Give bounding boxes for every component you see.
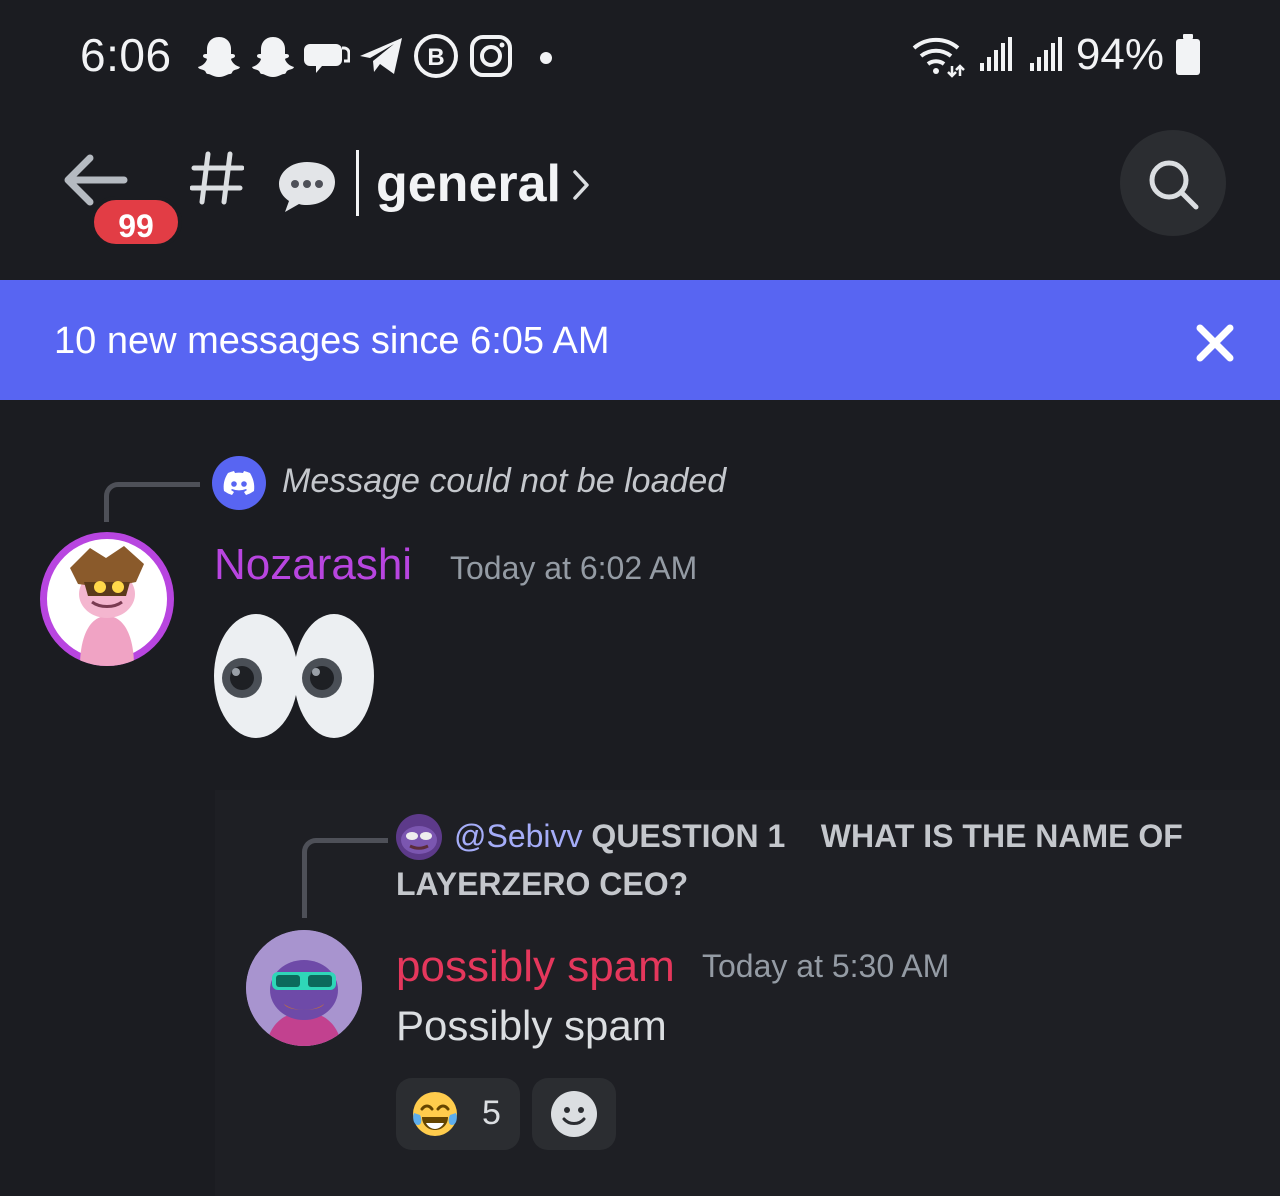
reply-connector [302,838,388,918]
snapchat-icon [198,37,240,77]
channel-name[interactable]: general [376,154,561,214]
notification-icons: B [196,32,562,80]
business-icon: B [414,34,458,78]
new-messages-text: 10 new messages since 6:05 AM [54,320,610,362]
speech-bubble-icon [279,162,335,212]
add-reaction-icon [551,1091,597,1137]
eyes-emoji [214,614,374,738]
search-button[interactable] [1120,130,1226,236]
snapchat-icon [252,37,294,77]
reply-connector [104,482,200,522]
status-time: 6:06 [80,29,172,81]
joy-emoji-icon [413,1092,457,1136]
reply-avatar [396,814,442,860]
message-timestamp: Today at 5:30 AM [702,948,950,984]
reaction-joy[interactable]: 5 [396,1078,520,1150]
reply-preview-text: QUESTION 1 WHAT IS THE NAME OF [591,818,1183,854]
username[interactable]: Nozarashi [214,540,412,590]
instagram-icon [470,35,512,77]
add-reaction-button[interactable] [532,1078,616,1150]
reply-unavailable-text: Message could not be loaded [282,462,727,500]
wifi-icon [912,37,965,78]
status-bar: 6:06 B 94% [0,0,1280,110]
avatar[interactable] [246,930,362,1046]
signal-icon [1029,37,1062,71]
avatar[interactable] [40,532,174,666]
search-icon [1149,160,1199,210]
reply-preview-line1[interactable]: @Sebivv QUESTION 1 WHAT IS THE NAME OF [454,818,1183,855]
battery-percent: 94% [1075,30,1164,79]
battery-icon [1176,34,1200,75]
message-content: Possibly spam [396,1002,667,1049]
telegram-icon [360,38,402,74]
message-timestamp: Today at 6:02 AM [450,550,698,586]
dot-icon [540,52,552,64]
messages-icon [304,44,350,73]
channel-divider [356,150,359,216]
discord-icon [212,456,266,510]
channel-header: 99 general [0,120,1280,278]
signal-icon [979,37,1012,71]
status-right: 94% [910,30,1202,80]
chevron-right-icon[interactable] [570,168,592,202]
close-icon[interactable] [1192,320,1238,366]
reaction-count: 5 [482,1094,501,1132]
new-messages-bar[interactable]: 10 new messages since 6:05 AM [0,280,1280,400]
hash-icon [190,151,244,205]
reply-mention[interactable]: @Sebivv [454,818,583,854]
unread-badge: 99 [90,196,182,248]
reply-preview-line2: LAYERZERO CEO? [396,866,689,902]
username[interactable]: possibly spam [396,942,675,992]
svg-text:B: B [427,44,444,71]
